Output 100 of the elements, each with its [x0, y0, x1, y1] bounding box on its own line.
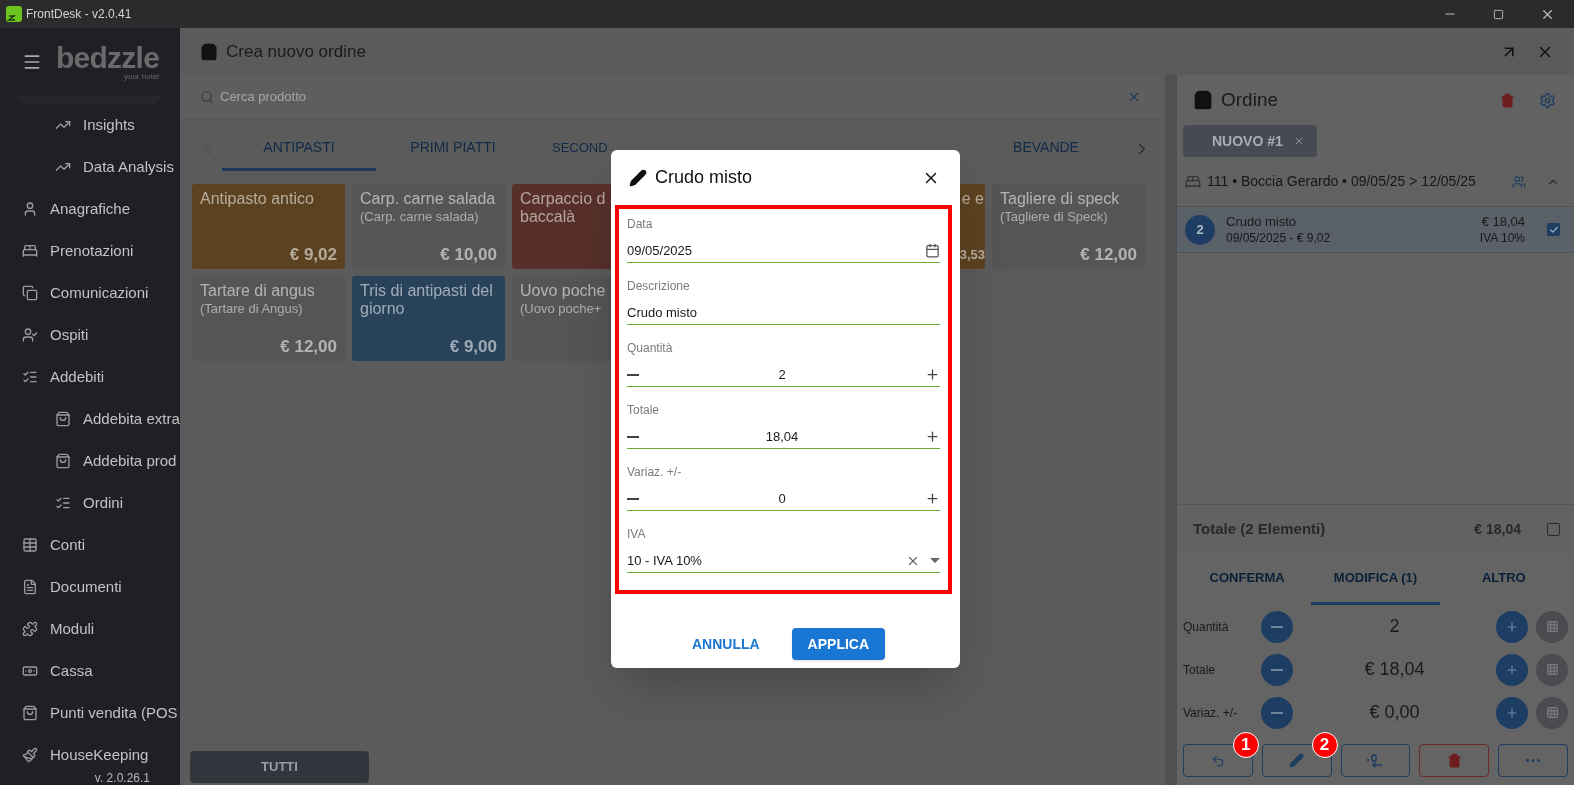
minus-icon: [1271, 711, 1283, 714]
undo-icon: [1210, 753, 1225, 768]
minus-button[interactable]: [1261, 696, 1293, 729]
number-field[interactable]: 0: [639, 488, 925, 509]
product-card[interactable]: Tartare di angus (Tartare di Angus) € 12,00: [192, 276, 345, 361]
adjuster-value: € 0,00: [1368, 701, 1421, 724]
sidebar-item[interactable]: Ospiti: [50, 326, 89, 344]
list-icon: [55, 495, 71, 511]
sidebar-item[interactable]: Punti vendita (POS: [50, 704, 178, 722]
product-name: Tartare di angus: [200, 282, 315, 300]
sidebar-item[interactable]: HouseKeeping: [50, 746, 149, 764]
plus-icon[interactable]: [925, 367, 940, 382]
bed-icon: [22, 243, 38, 259]
checkbox[interactable]: [1547, 223, 1560, 236]
field-label: Data: [627, 216, 654, 233]
plus-icon[interactable]: [925, 429, 940, 444]
line-name: Crudo misto: [1226, 213, 1298, 230]
more-icon: [1526, 759, 1541, 762]
number-badge: 1: [1232, 732, 1259, 758]
product-card[interactable]: Tagliere di speck (Tagliere di Speck) € 12,00: [992, 184, 1145, 269]
sidebar-item[interactable]: Moduli: [50, 620, 95, 638]
cancel-button[interactable]: ANNULLA: [685, 628, 766, 660]
window-title: FrontDesk - v2.0.41: [26, 6, 133, 23]
minus-icon[interactable]: [627, 497, 639, 500]
product-subtitle: (Tagliere di Speck): [1000, 208, 1108, 226]
sidebar-item[interactable]: Anagrafiche: [50, 200, 131, 218]
plus-icon[interactable]: [925, 491, 940, 506]
people-icon[interactable]: [1512, 174, 1526, 189]
product-name: Uovo poche: [520, 282, 606, 300]
product-name: Tagliere di speck: [1000, 190, 1120, 208]
copy-icon: [22, 285, 38, 301]
minus-button[interactable]: [1261, 610, 1293, 643]
order-chip[interactable]: NUOVO #1: [1183, 125, 1317, 157]
chip-label: NUOVO #1: [1212, 131, 1283, 151]
search-field[interactable]: Cerca prodotto: [220, 86, 1121, 107]
apply-button[interactable]: APPLICA: [791, 628, 886, 660]
menu-icon[interactable]: [22, 52, 42, 72]
search-icon: [200, 89, 214, 104]
checkbox[interactable]: [1547, 523, 1560, 536]
sidebar-item[interactable]: Data Analysis: [83, 158, 174, 176]
sidebar-item[interactable]: Documenti: [50, 578, 122, 596]
product-card[interactable]: Tris di antipasti del giorno € 9,00: [352, 276, 505, 361]
plus-button[interactable]: [1496, 610, 1528, 643]
plus-button[interactable]: [1496, 696, 1528, 729]
sidebar-item[interactable]: Addebita prod: [83, 452, 177, 470]
product-price: € 10,00: [440, 243, 497, 266]
select-field[interactable]: 10 - IVA 10%: [627, 550, 906, 571]
pencil-icon: [1289, 753, 1305, 768]
minus-button[interactable]: [1261, 653, 1293, 686]
product-name: e e: [961, 190, 984, 208]
minus-icon: [1271, 668, 1283, 671]
list-icon: [22, 369, 38, 385]
person-icon: [22, 201, 38, 217]
calendar-icon[interactable]: [925, 243, 940, 258]
sidebar-item[interactable]: Cassa: [50, 662, 93, 680]
number-badge: 2: [1311, 732, 1338, 758]
product-subtitle: (Uovo poche+: [520, 300, 602, 318]
caret-icon[interactable]: [930, 558, 940, 563]
adjuster-label: Variaz. +/-: [1183, 704, 1239, 722]
settings-icon[interactable]: [1539, 91, 1556, 109]
maximize-icon[interactable]: [1493, 8, 1504, 20]
sidebar-item[interactable]: Comunicazioni: [50, 284, 149, 302]
table-icon: [22, 537, 38, 553]
keypad-button[interactable]: [1536, 610, 1568, 643]
trash-icon[interactable]: [1500, 92, 1515, 108]
product-card[interactable]: Antipasto antico € 9,02: [192, 184, 345, 269]
text-field[interactable]: Crudo misto: [627, 301, 940, 325]
sidebar-item[interactable]: Prenotazioni: [50, 242, 134, 260]
product-price: € 12,00: [280, 335, 337, 358]
product-name: Carp. carne salada: [360, 190, 496, 208]
minus-icon[interactable]: [627, 435, 639, 438]
sidebar-item[interactable]: Conti: [50, 536, 86, 554]
keypad-icon: [1545, 620, 1559, 633]
filter-button[interactable]: TUTTI: [190, 751, 369, 783]
trash-icon: [1446, 753, 1462, 768]
adjuster-label: Totale: [1183, 661, 1217, 679]
field-label: Variaz. +/-: [627, 464, 683, 481]
total-label: Totale (2 Elementi): [1193, 519, 1327, 540]
keypad-button[interactable]: [1536, 696, 1568, 729]
plus-button[interactable]: [1496, 653, 1528, 686]
keypad-icon: [1545, 706, 1559, 719]
sidebar-item[interactable]: Insights: [83, 116, 135, 134]
sidebar-item[interactable]: Addebiti: [50, 368, 105, 386]
sidebar-item[interactable]: Ordini: [83, 494, 123, 512]
brush-icon: [22, 747, 38, 763]
minus-icon[interactable]: [627, 373, 639, 376]
version-label: v. 2.0.26.1: [94, 771, 150, 785]
number-field[interactable]: 2: [639, 364, 925, 385]
keypad-button[interactable]: [1536, 653, 1568, 686]
plus-icon: [1505, 619, 1519, 634]
total-amount: € 18,04: [1474, 520, 1521, 539]
number-field[interactable]: 18,04: [639, 426, 925, 447]
product-card[interactable]: Carp. carne salada (Carp. carne salada) € 10,00: [352, 184, 505, 269]
sidebar-item[interactable]: Addebita extra: [83, 410, 180, 428]
field-label: Totale: [627, 402, 661, 419]
minus-icon: [1271, 625, 1283, 628]
quantity-badge: 2: [1185, 214, 1215, 245]
check-icon: [1548, 224, 1559, 235]
product-subtitle: (Tartare di Angus): [200, 300, 303, 318]
plus-icon: [1505, 705, 1519, 720]
